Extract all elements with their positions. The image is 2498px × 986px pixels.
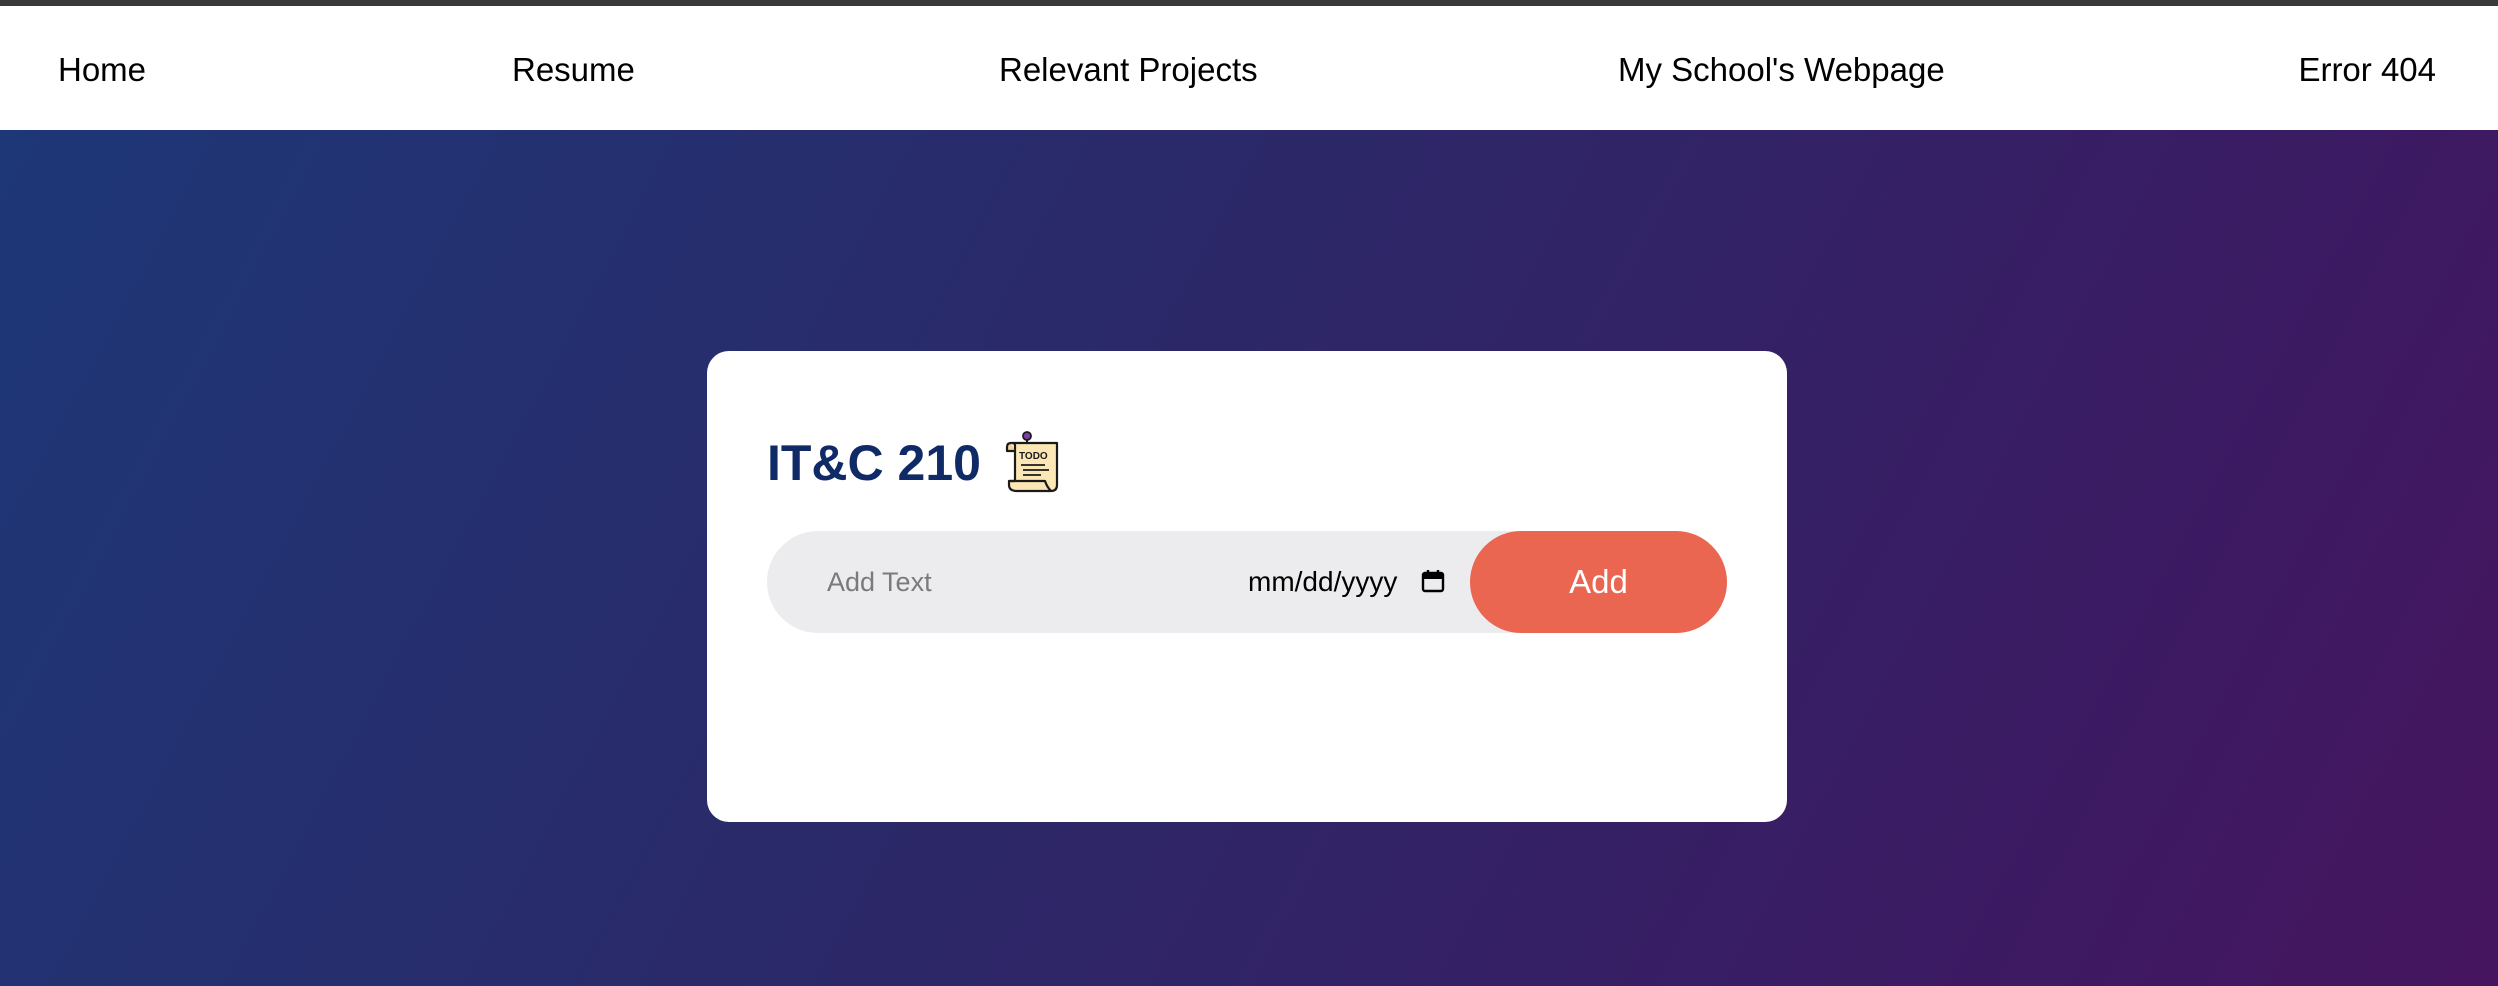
add-item-form: mm/dd/yyyy Add [767,531,1727,633]
date-input[interactable]: mm/dd/yyyy [1248,564,1397,600]
nav-link-relevant-projects[interactable]: Relevant Projects [999,50,1258,90]
nav-link-error-404[interactable]: Error 404 [2298,50,2436,90]
add-text-input[interactable] [827,531,1207,633]
todo-icon-text: TODO [1019,451,1048,462]
card-title: IT&C 210 [767,435,981,491]
add-button[interactable]: Add [1470,531,1727,633]
top-navbar: Home Resume Relevant Projects My School'… [0,6,2498,130]
todo-note-icon: TODO [1005,431,1059,493]
nav-link-resume[interactable]: Resume [512,50,635,90]
nav-link-school-webpage[interactable]: My School's Webpage [1618,50,1945,90]
calendar-icon[interactable] [1421,569,1445,593]
todo-card: IT&C 210 TODO mm/dd/yyyy Add [707,351,1787,822]
card-title-row: IT&C 210 TODO [767,431,1067,495]
nav-link-home[interactable]: Home [58,50,146,90]
